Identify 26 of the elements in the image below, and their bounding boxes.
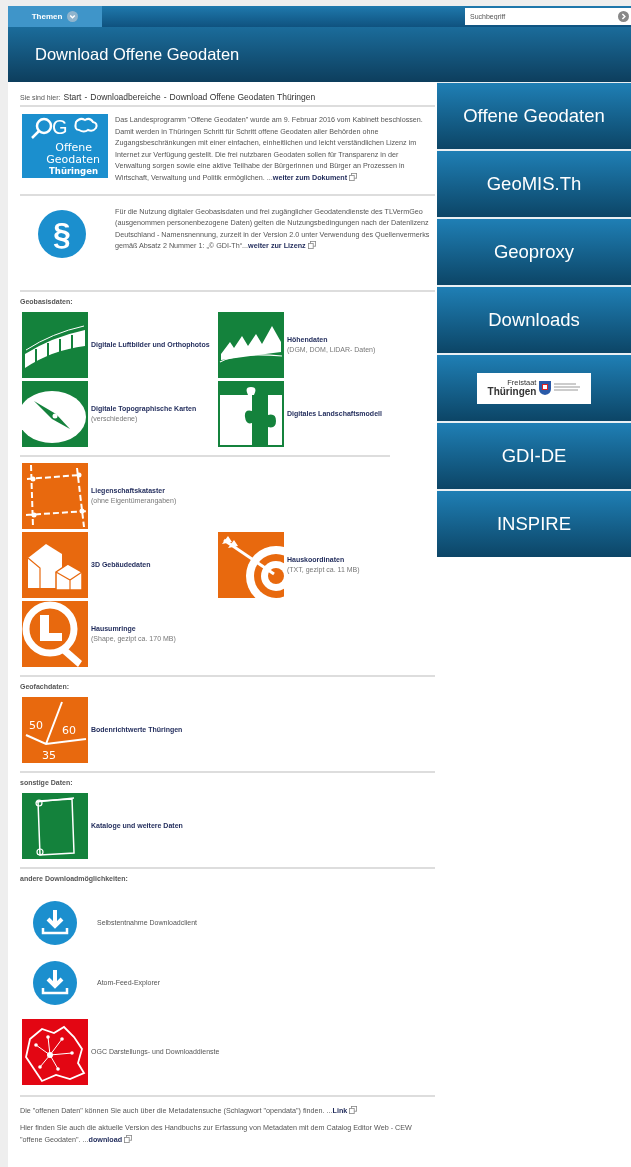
sidebar-link[interactable]: Geoproxy: [437, 219, 631, 285]
breadcrumb-link[interactable]: Downloadbereiche: [90, 92, 161, 102]
breadcrumb-separator: -: [84, 92, 88, 102]
external-link-icon: [124, 1134, 133, 1143]
external-link-icon: [307, 241, 316, 250]
land-value-icon: 50 60 35: [22, 696, 88, 763]
download-icon: [33, 960, 77, 1005]
breadcrumb-link[interactable]: Start: [63, 92, 82, 102]
logo-text: Thüringen: [487, 387, 537, 397]
sidebar-link[interactable]: Offene Geodaten: [437, 83, 631, 149]
sidebar-link[interactable]: GDI-DE: [437, 423, 631, 489]
coat-of-arms-icon: [539, 381, 552, 395]
search-go-icon: [618, 11, 629, 22]
external-link-icon: [349, 1105, 358, 1114]
breadcrumb-separator: -: [163, 92, 167, 102]
breadcrumb-link[interactable]: Download Offene Geodaten Thüringen: [169, 92, 316, 102]
network-map-icon: [22, 1018, 88, 1085]
sidebar-link[interactable]: GeoMIS.Th: [437, 151, 631, 217]
external-link-icon: [349, 172, 358, 181]
open-geodata-logo: G Offene Geodaten Thüringen: [22, 114, 108, 178]
sidebar-link[interactable]: Downloads: [437, 287, 631, 353]
download-icon: [33, 900, 77, 945]
page-title: Download Offene Geodaten: [35, 45, 240, 64]
chevron-down-icon: [67, 11, 79, 22]
section-sign-icon: §: [38, 209, 86, 258]
sidebar-link[interactable]: INSPIRE: [437, 491, 631, 557]
